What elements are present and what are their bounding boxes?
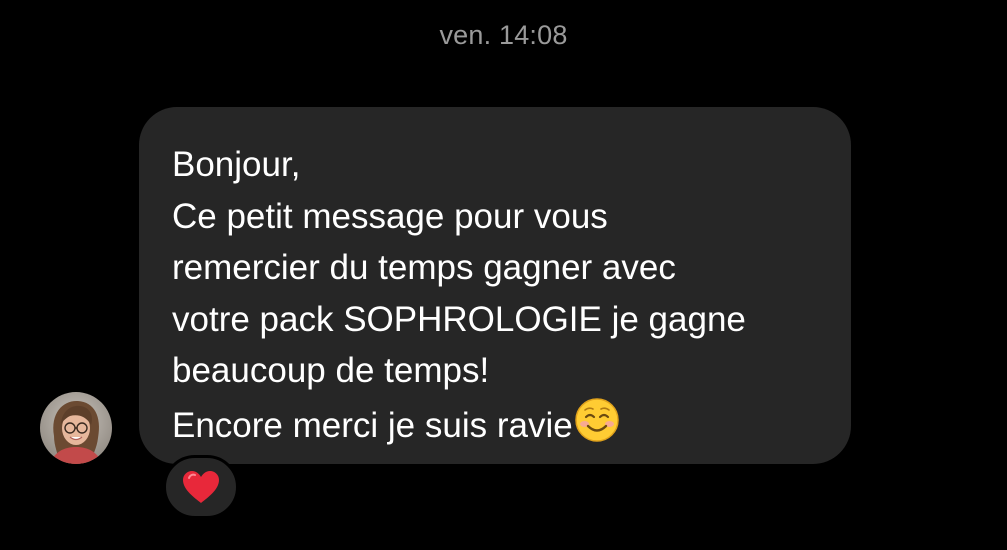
person-photo-avatar-icon xyxy=(40,392,112,464)
message-timestamp: ven. 14:08 xyxy=(439,20,568,50)
message-line: remercier du temps gagner avec xyxy=(172,248,676,287)
sender-avatar[interactable] xyxy=(40,392,112,464)
message-line: Encore merci je suis ravie xyxy=(172,405,573,445)
message-bubble[interactable]: Bonjour, Ce petit message pour vous reme… xyxy=(139,107,851,464)
message-line: beaucoup de temps! xyxy=(172,351,490,390)
red-heart-icon xyxy=(183,471,219,503)
message-line: votre pack SOPHROLOGIE je gagne xyxy=(172,299,746,339)
chat-screen: ven. 14:08 Bonjour, Ce petit message pou… xyxy=(0,0,1007,550)
message-line: Bonjour, xyxy=(172,145,301,184)
message-line: Ce petit message pour vous xyxy=(172,196,608,236)
smiling-face-icon xyxy=(574,397,620,443)
message-last-line: Encore merci je suis ravie xyxy=(172,397,821,452)
heart-reaction[interactable] xyxy=(163,455,239,519)
